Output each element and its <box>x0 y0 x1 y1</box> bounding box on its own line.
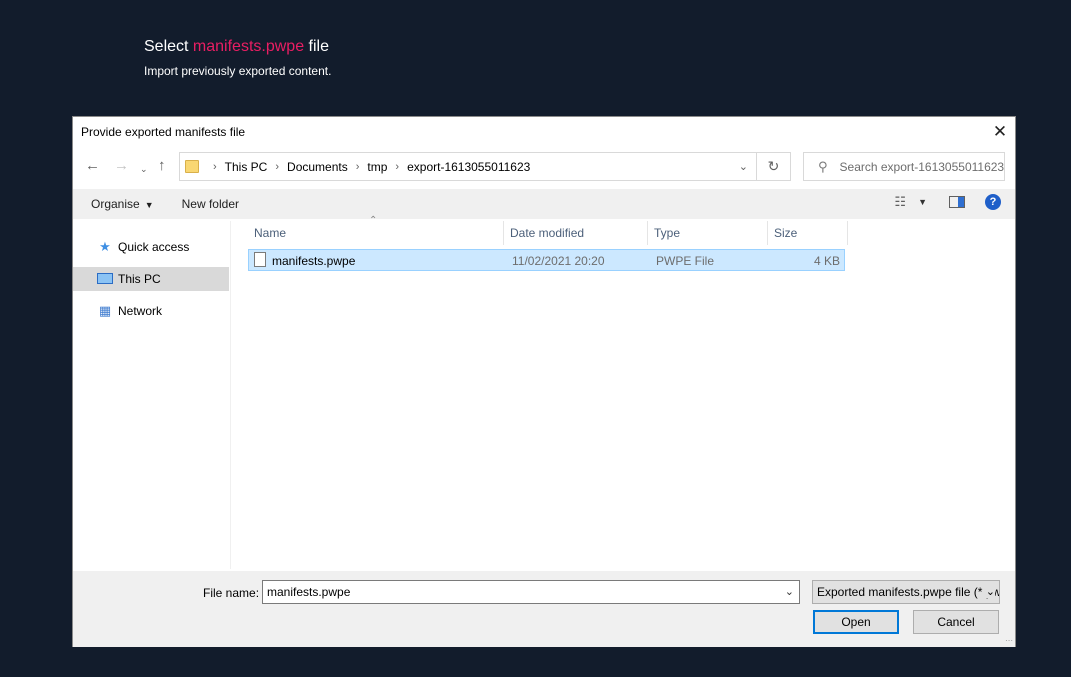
page-subtitle: Import previously exported content. <box>144 64 332 78</box>
recent-locations-chevron-icon[interactable]: ⌄ <box>140 161 148 177</box>
file-type-filter-value: Exported manifests.pwpe file (*.pwpe) <box>817 585 1000 599</box>
nav-item-this-pc[interactable]: This PC <box>73 267 229 291</box>
chevron-down-icon: ⌄ <box>982 585 995 598</box>
view-options-caret-icon[interactable]: ▼ <box>918 197 927 207</box>
file-name-combobox[interactable]: ⌄ <box>262 580 800 604</box>
column-header-name[interactable]: Name <box>248 221 504 245</box>
breadcrumb-separator-icon[interactable]: › <box>356 161 360 173</box>
cancel-button[interactable]: Cancel <box>913 610 999 634</box>
page-header: Select manifests.pwpe file Import previo… <box>144 38 331 78</box>
column-header-type[interactable]: Type <box>648 221 768 245</box>
file-icon <box>254 252 266 267</box>
breadcrumb-documents[interactable]: Documents <box>287 160 348 174</box>
forward-arrow-icon[interactable]: → <box>114 158 129 174</box>
open-button[interactable]: Open <box>813 610 899 634</box>
nav-item-quick-access[interactable]: ★ Quick access <box>73 235 229 259</box>
breadcrumb-separator-icon[interactable]: › <box>275 161 279 173</box>
preview-pane-icon[interactable] <box>949 196 965 208</box>
page-title-filename: manifests.pwpe <box>192 38 305 55</box>
toolbar-right-group: ☷ ▼ ? <box>894 194 1001 210</box>
navigation-pane: ★ Quick access This PC ▦ Network <box>73 221 231 569</box>
file-date-modified: 11/02/2021 20:20 <box>512 254 605 268</box>
column-header-size[interactable]: Size <box>768 221 848 245</box>
organise-menu-button[interactable]: Organise ▼ <box>91 197 154 211</box>
caret-down-icon: ▼ <box>144 200 154 210</box>
file-name: manifests.pwpe <box>272 254 356 268</box>
breadcrumb: › This PC › Documents › tmp › export-161… <box>205 160 530 174</box>
column-header-date-modified[interactable]: Date modified <box>504 221 648 245</box>
page-title: Select manifests.pwpe file <box>144 38 331 56</box>
dialog-footer: File name: ⌄ Exported manifests.pwpe fil… <box>73 571 1015 647</box>
file-open-dialog: Provide exported manifests file ✕ ← → ⌄ … <box>72 116 1016 647</box>
up-arrow-icon[interactable]: ↑ <box>158 158 166 174</box>
breadcrumb-separator-icon[interactable]: › <box>395 161 399 173</box>
help-icon[interactable]: ? <box>985 194 1001 210</box>
nav-item-label: Quick access <box>118 240 190 254</box>
search-icon: ⚲ <box>818 158 828 174</box>
file-name-label: File name: <box>203 586 260 600</box>
search-input[interactable] <box>839 159 1004 174</box>
command-toolbar: Organise ▼ New folder ☷ ▼ ? <box>73 189 1015 219</box>
dialog-titlebar: Provide exported manifests file ✕ <box>73 117 1015 146</box>
dialog-title: Provide exported manifests file <box>81 125 246 139</box>
file-row[interactable]: manifests.pwpe 11/02/2021 20:20 PWPE Fil… <box>248 249 845 271</box>
breadcrumb-tmp[interactable]: tmp <box>367 160 387 174</box>
view-options-icon[interactable]: ☷ <box>894 194 906 210</box>
breadcrumb-export-folder[interactable]: export-1613055011623 <box>407 160 530 174</box>
breadcrumb-separator-icon[interactable]: › <box>213 161 217 173</box>
close-icon[interactable]: ✕ <box>985 117 1015 146</box>
address-bar[interactable]: › This PC › Documents › tmp › export-161… <box>179 152 757 181</box>
breadcrumb-this-pc[interactable]: This PC <box>225 160 268 174</box>
page-title-suffix: file <box>308 38 329 55</box>
new-folder-button[interactable]: New folder <box>182 197 239 211</box>
page-title-prefix: Select <box>144 38 189 55</box>
chevron-down-icon[interactable]: ⌄ <box>785 585 794 598</box>
column-headers: ⌃ Name Date modified Type Size <box>248 215 848 245</box>
nav-item-network[interactable]: ▦ Network <box>73 299 229 323</box>
nav-item-label: This PC <box>118 272 161 286</box>
back-arrow-icon[interactable]: ← <box>85 158 100 174</box>
star-icon: ★ <box>99 239 111 254</box>
nav-item-label: Network <box>118 304 163 318</box>
address-history-chevron-icon[interactable]: ⌄ <box>739 160 748 173</box>
organise-label: Organise <box>91 197 140 211</box>
search-box[interactable]: ⚲ <box>803 152 1005 181</box>
computer-icon <box>97 272 113 287</box>
file-type: PWPE File <box>656 254 715 268</box>
address-row: ← → ⌄ ↑ › This PC › Documents › tmp › ex… <box>73 152 1015 182</box>
refresh-icon[interactable]: ↻ <box>757 152 791 181</box>
resize-grip-icon[interactable]: ⋯ <box>1005 636 1013 645</box>
file-size: 4 KB <box>813 254 840 268</box>
folder-icon <box>185 160 199 173</box>
network-icon: ▦ <box>98 303 112 318</box>
file-type-filter-select[interactable]: Exported manifests.pwpe file (*.pwpe) ⌄ <box>812 580 1000 604</box>
file-name-input[interactable] <box>267 585 767 599</box>
